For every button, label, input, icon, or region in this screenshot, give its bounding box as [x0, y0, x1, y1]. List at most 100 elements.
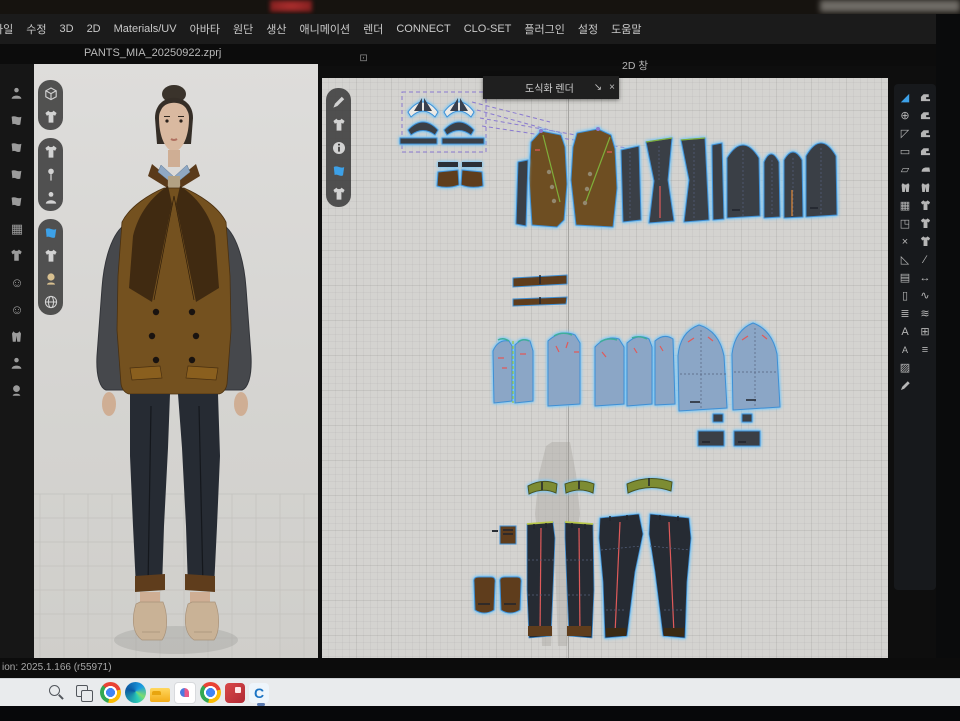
menu-edit[interactable]: 수정 — [26, 21, 46, 37]
fabric-view-icon[interactable] — [330, 162, 347, 179]
elastic-icon[interactable]: ∿ — [917, 288, 933, 303]
seam-slash-icon[interactable]: ∕ — [917, 252, 933, 267]
render-style-icon[interactable] — [42, 85, 59, 102]
jacket-sleeve-pieces[interactable] — [727, 143, 837, 218]
menu-2d[interactable]: 2D — [87, 23, 101, 35]
collar-pattern-pieces[interactable] — [400, 98, 484, 144]
viewport-2d[interactable] — [322, 78, 888, 670]
taskbar-red-app-icon[interactable] — [225, 683, 245, 703]
pen-tool-icon[interactable] — [330, 93, 347, 110]
shirt-check-icon[interactable] — [917, 234, 933, 249]
menu-file[interactable]: 파일 — [0, 21, 13, 37]
edit-curve-icon[interactable]: ◸ — [897, 126, 913, 141]
jacket-front-pieces[interactable] — [529, 127, 617, 227]
belt-strip-pieces[interactable] — [513, 275, 567, 306]
taskbar-explorer-icon[interactable] — [150, 688, 170, 702]
pants-back-pieces[interactable] — [599, 514, 691, 638]
pocket-bag-pieces[interactable] — [474, 577, 521, 613]
taskbar-search-icon[interactable] — [44, 681, 68, 705]
sewing-free-icon[interactable] — [917, 108, 933, 123]
avatar-pose-icon[interactable] — [9, 86, 25, 102]
menu-render[interactable]: 렌더 — [363, 21, 383, 37]
menu-production[interactable]: 생산 — [266, 21, 286, 37]
taskbar-clo-icon[interactable]: C — [249, 683, 269, 703]
pattern-info-icon[interactable] — [330, 139, 347, 156]
shirt-cuff-pieces[interactable] — [698, 414, 760, 446]
avatar-face-icon[interactable]: ☺ — [9, 302, 25, 318]
float-window-icon[interactable]: ⊡ — [359, 53, 367, 64]
menu-fabric[interactable]: 원단 — [233, 21, 253, 37]
pin-tool-icon[interactable] — [42, 166, 59, 183]
menu-settings[interactable]: 설정 — [578, 21, 598, 37]
fabric-drape-icon-1[interactable] — [9, 113, 25, 129]
remove-tool-icon[interactable]: × — [897, 234, 913, 249]
shirt-tool-icon-1[interactable] — [917, 198, 933, 213]
trace-tool-icon[interactable]: ◳ — [897, 216, 913, 231]
menu-materials-uv[interactable]: Materials/UV — [114, 23, 177, 35]
garment-show-icon[interactable] — [9, 248, 25, 264]
taskbar-edge-icon[interactable] — [125, 682, 146, 703]
avatar[interactable] — [97, 85, 251, 640]
fabric-view-icon[interactable] — [42, 224, 59, 241]
schematic-render-dialog[interactable]: 도식화 렌더 ↘ × — [483, 76, 619, 99]
sewing-segment-icon[interactable] — [917, 90, 933, 105]
menu-3d[interactable]: 3D — [60, 23, 74, 35]
avatar-head-icon[interactable] — [42, 270, 59, 287]
avatar-face-small-icon[interactable]: ☺ — [9, 275, 25, 291]
taskbar-taskview-icon[interactable] — [72, 681, 96, 705]
iron-tool-icon[interactable] — [917, 162, 933, 177]
pocket-flap-pieces[interactable] — [437, 162, 483, 187]
text-small-icon[interactable]: A — [897, 342, 913, 357]
viewport-3d[interactable] — [34, 64, 318, 670]
environment-icon[interactable] — [42, 293, 59, 310]
menu-animation[interactable]: 애니메이션 — [299, 21, 350, 37]
spec-list-icon[interactable]: ▤ — [897, 270, 913, 285]
sewing-edit-icon[interactable] — [917, 144, 933, 159]
dialog-close-icon[interactable]: × — [605, 82, 619, 93]
shirt-pattern-pieces[interactable] — [493, 323, 780, 411]
taskbar-chrome-icon[interactable] — [100, 682, 121, 703]
hatch-fill-icon[interactable]: ▨ — [897, 360, 913, 375]
sewing-mn-icon[interactable] — [917, 126, 933, 141]
dart-tool-icon[interactable] — [897, 180, 913, 195]
menu-plugin[interactable]: 플러그인 — [524, 21, 564, 37]
taskbar-design-app-icon[interactable] — [174, 682, 196, 704]
polygon-tool-icon[interactable]: ▱ — [897, 162, 913, 177]
text-large-icon[interactable]: A — [897, 324, 913, 339]
show-baseline-icon[interactable] — [330, 185, 347, 202]
paint-brush-icon[interactable] — [897, 378, 913, 393]
show-avatar-icon[interactable] — [42, 189, 59, 206]
menu-avatar[interactable]: 아바타 — [190, 21, 220, 37]
avatar-show-icon[interactable] — [9, 356, 25, 372]
taskbar-chrome2-icon[interactable] — [200, 682, 221, 703]
textured-surface-icon[interactable]: ▦ — [9, 221, 25, 237]
measure-width-icon[interactable]: ↔ — [917, 270, 933, 285]
shirt-tool-icon-2[interactable] — [917, 216, 933, 231]
dialog-collapse-icon[interactable]: ↘ — [591, 82, 605, 93]
ruler-stack-icon[interactable]: ≣ — [897, 306, 913, 321]
fabric-drape-icon-2[interactable] — [9, 140, 25, 156]
menu-clo-set[interactable]: CLO-SET — [464, 23, 512, 35]
ruler-vertical-icon[interactable]: ▯ — [897, 288, 913, 303]
avatar-head-icon[interactable] — [9, 383, 25, 399]
project-tab[interactable]: PANTS_MIA_20250922.zprj ⊡ — [84, 47, 238, 59]
rectangle-tool-icon[interactable]: ▭ — [897, 144, 913, 159]
edit-point-icon[interactable]: ⊕ — [897, 108, 913, 123]
jacket-outline-icon[interactable] — [9, 329, 25, 345]
fabric-drape-icon-4[interactable] — [9, 194, 25, 210]
notch-tool-icon[interactable]: ◺ — [897, 252, 913, 267]
show-pattern-icon[interactable] — [330, 116, 347, 133]
grid-texture-icon[interactable]: ▦ — [897, 198, 913, 213]
button-tool-icon[interactable]: ⊞ — [917, 324, 933, 339]
shirring-icon[interactable]: ≋ — [917, 306, 933, 321]
menu-help[interactable]: 도움말 — [611, 21, 641, 37]
show-garment-icon[interactable] — [42, 143, 59, 160]
menu-connect[interactable]: CONNECT — [396, 23, 450, 35]
garment-texture-icon[interactable] — [42, 108, 59, 125]
layer-stack-icon[interactable]: ≡ — [917, 342, 933, 357]
garment-dark-icon[interactable] — [42, 247, 59, 264]
transform-pattern-icon[interactable]: ◢ — [897, 90, 913, 105]
fit-map-icon[interactable] — [917, 180, 933, 195]
fabric-drape-icon-3[interactable] — [9, 167, 25, 183]
fly-piece[interactable] — [492, 526, 516, 544]
